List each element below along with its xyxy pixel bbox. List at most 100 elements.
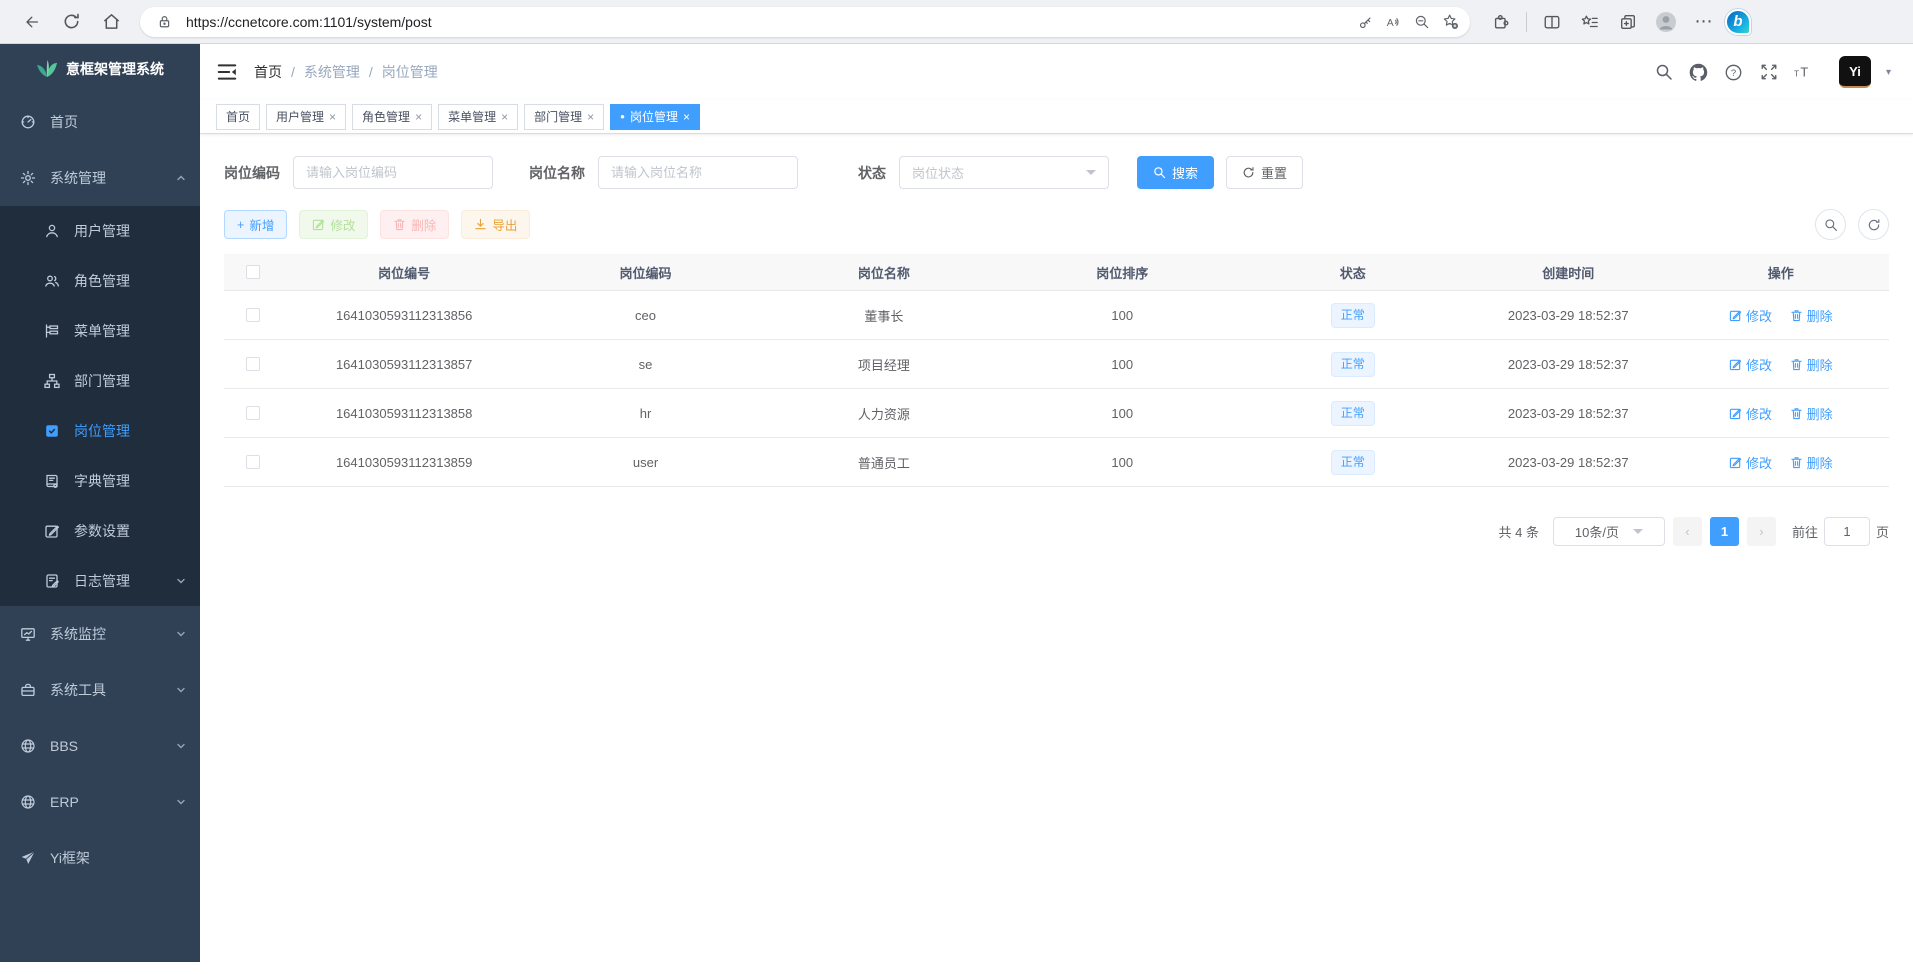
- tags-view: 首页 用户管理 × 角色管理 × 菜单管理 × 部门管理 × ● 岗位管理 ×: [200, 100, 1913, 134]
- url-text[interactable]: https://ccnetcore.com:1101/system/post: [186, 14, 1352, 30]
- prev-page-button[interactable]: ‹: [1673, 517, 1702, 546]
- status-select[interactable]: 岗位状态: [899, 156, 1109, 189]
- caret-down-icon[interactable]: ▾: [1886, 67, 1891, 78]
- tab-menu-mgmt[interactable]: 菜单管理 ×: [438, 104, 518, 130]
- help-icon[interactable]: ?: [1724, 62, 1744, 82]
- navbar-actions: ? TT Yi ▾: [1654, 56, 1891, 88]
- next-page-button[interactable]: ›: [1747, 517, 1776, 546]
- edit-icon: [44, 523, 60, 539]
- back-icon[interactable]: [14, 5, 48, 39]
- refresh-table-button[interactable]: [1858, 209, 1889, 240]
- password-key-icon[interactable]: [1352, 8, 1380, 36]
- address-bar[interactable]: https://ccnetcore.com:1101/system/post A: [140, 7, 1470, 37]
- row-edit-link[interactable]: 修改: [1729, 355, 1772, 374]
- extensions-icon[interactable]: [1484, 5, 1518, 39]
- row-delete-link[interactable]: 删除: [1790, 355, 1833, 374]
- sidebar-item-role-mgmt[interactable]: 角色管理: [0, 256, 200, 306]
- row-edit-link[interactable]: 修改: [1729, 404, 1772, 423]
- page-1-button[interactable]: 1: [1710, 517, 1739, 546]
- sidebar-item-home[interactable]: 首页: [0, 94, 200, 150]
- fullscreen-icon[interactable]: [1759, 62, 1779, 82]
- home-icon[interactable]: [94, 5, 128, 39]
- sidebar-item-label: 参数设置: [74, 521, 130, 541]
- sidebar-item-dept-mgmt[interactable]: 部门管理: [0, 356, 200, 406]
- add-favorite-icon[interactable]: [1436, 8, 1464, 36]
- close-icon[interactable]: ×: [329, 110, 336, 124]
- search-button[interactable]: 搜索: [1137, 156, 1214, 189]
- sidebar-item-post-mgmt[interactable]: 岗位管理: [0, 406, 200, 456]
- row-checkbox[interactable]: [246, 455, 260, 469]
- breadcrumb-system[interactable]: 系统管理: [304, 62, 360, 82]
- sidebar-item-system-monitor[interactable]: 系统监控: [0, 606, 200, 662]
- close-icon[interactable]: ×: [683, 110, 690, 124]
- refresh-icon[interactable]: [54, 5, 88, 39]
- svg-text:?: ?: [1731, 67, 1736, 78]
- reset-button[interactable]: 重置: [1226, 156, 1303, 189]
- tab-post-mgmt[interactable]: ● 岗位管理 ×: [610, 104, 700, 130]
- tab-home[interactable]: 首页: [216, 104, 260, 130]
- sidebar-item-system-tools[interactable]: 系统工具: [0, 662, 200, 718]
- toolbox-icon: [20, 682, 36, 698]
- trash-icon: [1790, 358, 1803, 371]
- font-size-icon[interactable]: TT: [1794, 62, 1814, 82]
- tab-dept-mgmt[interactable]: 部门管理 ×: [524, 104, 604, 130]
- close-icon[interactable]: ×: [501, 110, 508, 124]
- github-icon[interactable]: [1689, 62, 1709, 82]
- close-icon[interactable]: ×: [415, 110, 422, 124]
- log-icon: [44, 573, 60, 589]
- close-icon[interactable]: ×: [587, 110, 594, 124]
- sidebar-item-param-settings[interactable]: 参数设置: [0, 506, 200, 556]
- profile-avatar[interactable]: [1649, 5, 1683, 39]
- row-delete-link[interactable]: 删除: [1790, 306, 1833, 325]
- favorites-icon[interactable]: [1573, 5, 1607, 39]
- settings-menu-icon[interactable]: ⋯: [1687, 5, 1721, 39]
- copilot-icon[interactable]: b: [1725, 9, 1751, 35]
- add-button[interactable]: + 新增: [224, 210, 287, 239]
- tab-role-mgmt[interactable]: 角色管理 ×: [352, 104, 432, 130]
- header-search-icon[interactable]: [1654, 62, 1674, 82]
- post-code-input[interactable]: [293, 156, 493, 189]
- zoom-out-icon[interactable]: [1408, 8, 1436, 36]
- sidebar-item-dict-mgmt[interactable]: 字典管理: [0, 456, 200, 506]
- lock-icon[interactable]: [150, 8, 178, 36]
- gear-icon: [20, 170, 36, 186]
- export-button[interactable]: 导出: [461, 210, 530, 239]
- page-size-select[interactable]: 10条/页: [1553, 517, 1665, 546]
- column-header: 岗位编号: [282, 263, 526, 282]
- top-navbar: 首页 / 系统管理 / 岗位管理 ? T: [200, 44, 1913, 100]
- breadcrumb-home[interactable]: 首页: [254, 62, 282, 82]
- sidebar-item-erp[interactable]: ERP: [0, 774, 200, 830]
- sidebar-toggle-icon[interactable]: [216, 61, 238, 83]
- row-delete-link[interactable]: 删除: [1790, 453, 1833, 472]
- user-avatar[interactable]: Yi: [1839, 56, 1871, 88]
- sidebar-item-menu-mgmt[interactable]: 菜单管理: [0, 306, 200, 356]
- post-badge-icon: [44, 423, 60, 439]
- row-checkbox[interactable]: [246, 406, 260, 420]
- tab-user-mgmt[interactable]: 用户管理 ×: [266, 104, 346, 130]
- table-row: 1641030593112313856 ceo 董事长 100 正常 2023-…: [224, 291, 1889, 340]
- hide-search-button[interactable]: [1815, 209, 1846, 240]
- select-all-checkbox[interactable]: [246, 265, 260, 279]
- row-edit-link[interactable]: 修改: [1729, 306, 1772, 325]
- split-screen-icon[interactable]: [1535, 5, 1569, 39]
- delete-button[interactable]: 删除: [380, 210, 449, 239]
- row-edit-link[interactable]: 修改: [1729, 453, 1772, 472]
- dictionary-book-icon: [44, 473, 60, 489]
- sidebar-item-bbs[interactable]: BBS: [0, 718, 200, 774]
- globe-icon: [20, 794, 36, 810]
- sidebar-item-system-mgmt[interactable]: 系统管理: [0, 150, 200, 206]
- modify-button[interactable]: 修改: [299, 210, 368, 239]
- edit-icon: [1729, 358, 1742, 371]
- goto-label: 前往: [1792, 522, 1818, 541]
- post-name-input[interactable]: [598, 156, 798, 189]
- sidebar-item-user-mgmt[interactable]: 用户管理: [0, 206, 200, 256]
- sidebar-item-yi-framework[interactable]: Yi框架: [0, 830, 200, 886]
- sidebar-item-label: 系统工具: [50, 680, 106, 700]
- row-delete-link[interactable]: 删除: [1790, 404, 1833, 423]
- goto-page-input[interactable]: [1824, 517, 1870, 546]
- read-aloud-icon[interactable]: A: [1380, 8, 1408, 36]
- row-checkbox[interactable]: [246, 357, 260, 371]
- sidebar-item-log-mgmt[interactable]: 日志管理: [0, 556, 200, 606]
- collections-icon[interactable]: [1611, 5, 1645, 39]
- row-checkbox[interactable]: [246, 308, 260, 322]
